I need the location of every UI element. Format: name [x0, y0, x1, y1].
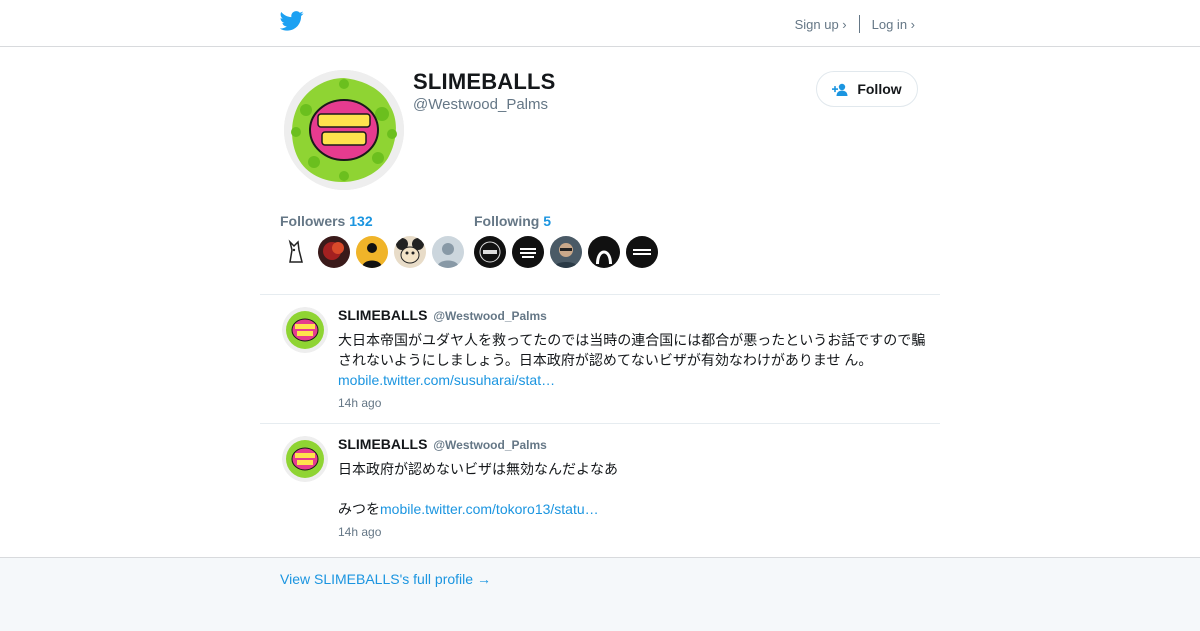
follower-avatar[interactable] [432, 236, 464, 268]
profile-avatar[interactable] [284, 70, 404, 190]
following-avatars [474, 236, 664, 268]
followers-label: Followers [280, 213, 346, 229]
auth-nav: Sign up › Log in › [795, 15, 915, 33]
tweet-author-handle[interactable]: @Westwood_Palms [433, 309, 547, 323]
login-link[interactable]: Log in › [872, 17, 915, 32]
follow-button[interactable]: Follow [816, 71, 918, 107]
followers-stat[interactable]: Followers 132 [280, 213, 373, 229]
tweet-text: 大日本帝国がユダヤ人を救ってたのでは当時の連合国には都合が悪ったというお話ですの… [338, 330, 930, 390]
follower-avatar[interactable] [356, 236, 388, 268]
add-user-icon [832, 83, 848, 96]
follower-avatar[interactable] [318, 236, 350, 268]
tweet-body: 大日本帝国がユダヤ人を救ってたのでは当時の連合国には都合が悪ったというお話ですの… [338, 332, 926, 368]
tweet-author-handle[interactable]: @Westwood_Palms [433, 438, 547, 452]
tweet-body-line: 日本政府が認めないビザは無効なんだよなあ [338, 461, 618, 477]
footer: View SLIMEBALLS's full profile → [0, 557, 1200, 631]
following-avatar[interactable] [588, 236, 620, 268]
following-stat[interactable]: Following 5 [474, 213, 551, 229]
follower-avatar[interactable] [394, 236, 426, 268]
full-profile-link[interactable]: View SLIMEBALLS's full profile → [280, 571, 491, 587]
following-avatar[interactable] [550, 236, 582, 268]
follower-avatar[interactable] [280, 236, 312, 268]
signup-link[interactable]: Sign up › [795, 17, 847, 32]
following-count: 5 [543, 213, 552, 229]
tweet-avatar[interactable] [282, 436, 328, 482]
followers-count: 132 [349, 213, 373, 229]
tweet-timestamp[interactable]: 14h ago [338, 525, 381, 539]
following-avatar[interactable] [474, 236, 506, 268]
twitter-bird-icon[interactable] [280, 11, 304, 31]
following-label: Following [474, 213, 540, 229]
followers-avatars [280, 236, 470, 268]
tweet-link[interactable]: mobile.twitter.com/tokoro13/statu… [380, 501, 599, 517]
tweet-header: SLIMEBALLS @Westwood_Palms [338, 307, 547, 323]
tweet-timestamp[interactable]: 14h ago [338, 396, 381, 410]
nav-divider [858, 15, 860, 33]
tweet: SLIMEBALLS @Westwood_Palms 大日本帝国がユダヤ人を救っ… [260, 295, 940, 423]
tweet-body-line: みつを [338, 501, 380, 517]
top-bar: Sign up › Log in › [0, 0, 1200, 47]
follow-label: Follow [857, 81, 902, 97]
following-avatar[interactable] [512, 236, 544, 268]
tweet-text: 日本政府が認めないビザは無効なんだよなあ みつをmobile.twitter.c… [338, 459, 930, 519]
profile-handle: @Westwood_Palms [413, 96, 548, 113]
tweet-avatar[interactable] [282, 307, 328, 353]
tweet-link[interactable]: mobile.twitter.com/susuharai/stat… [338, 372, 555, 388]
following-avatar[interactable] [626, 236, 658, 268]
tweet-header: SLIMEBALLS @Westwood_Palms [338, 436, 547, 452]
profile-name: SLIMEBALLS [413, 69, 556, 94]
tweet: SLIMEBALLS @Westwood_Palms 日本政府が認めないビザは無… [260, 424, 940, 556]
tweet-author-name[interactable]: SLIMEBALLS [338, 307, 427, 323]
tweet-author-name[interactable]: SLIMEBALLS [338, 436, 427, 452]
